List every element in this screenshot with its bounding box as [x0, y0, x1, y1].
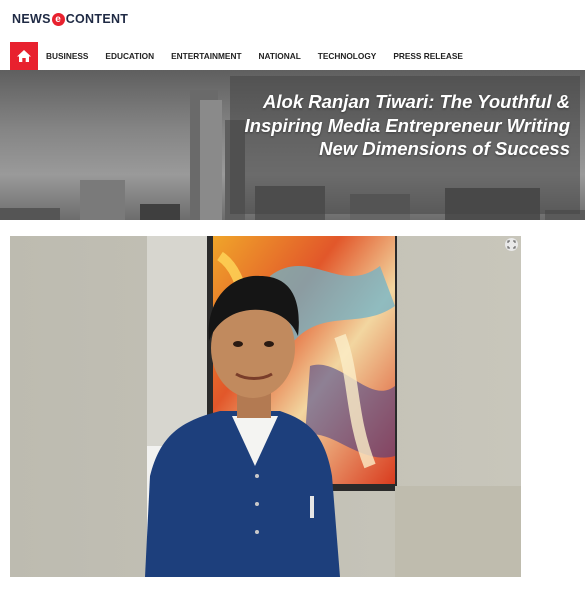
- expand-icon[interactable]: [505, 238, 518, 251]
- nav-business[interactable]: BUSINESS: [46, 51, 88, 61]
- home-icon: [17, 50, 31, 62]
- article-photo: [10, 236, 521, 577]
- nav-press-release[interactable]: PRESS RELEASE: [393, 51, 463, 61]
- nav-technology[interactable]: TECHNOLOGY: [318, 51, 377, 61]
- main-nav: BUSINESS EDUCATION ENTERTAINMENT NATIONA…: [10, 42, 472, 70]
- nav-education[interactable]: EDUCATION: [105, 51, 154, 61]
- nav-entertainment[interactable]: ENTERTAINMENT: [171, 51, 241, 61]
- article-title: Alok Ranjan Tiwari: The Youthful & Inspi…: [244, 91, 571, 159]
- logo-e-icon: e: [51, 12, 65, 26]
- logo-text-news: NEWS: [12, 12, 51, 26]
- nav-national[interactable]: NATIONAL: [259, 51, 301, 61]
- skyline-building: [0, 208, 60, 220]
- site-logo[interactable]: NEWS e CONTENT: [12, 11, 128, 27]
- portrait-photo: [10, 236, 521, 577]
- skyline-building: [200, 100, 222, 220]
- home-button[interactable]: [10, 42, 38, 70]
- hero-banner: Alok Ranjan Tiwari: The Youthful & Inspi…: [0, 70, 585, 220]
- skyline-building: [140, 204, 180, 220]
- skyline-building: [80, 180, 125, 220]
- logo-text-content: CONTENT: [65, 12, 129, 26]
